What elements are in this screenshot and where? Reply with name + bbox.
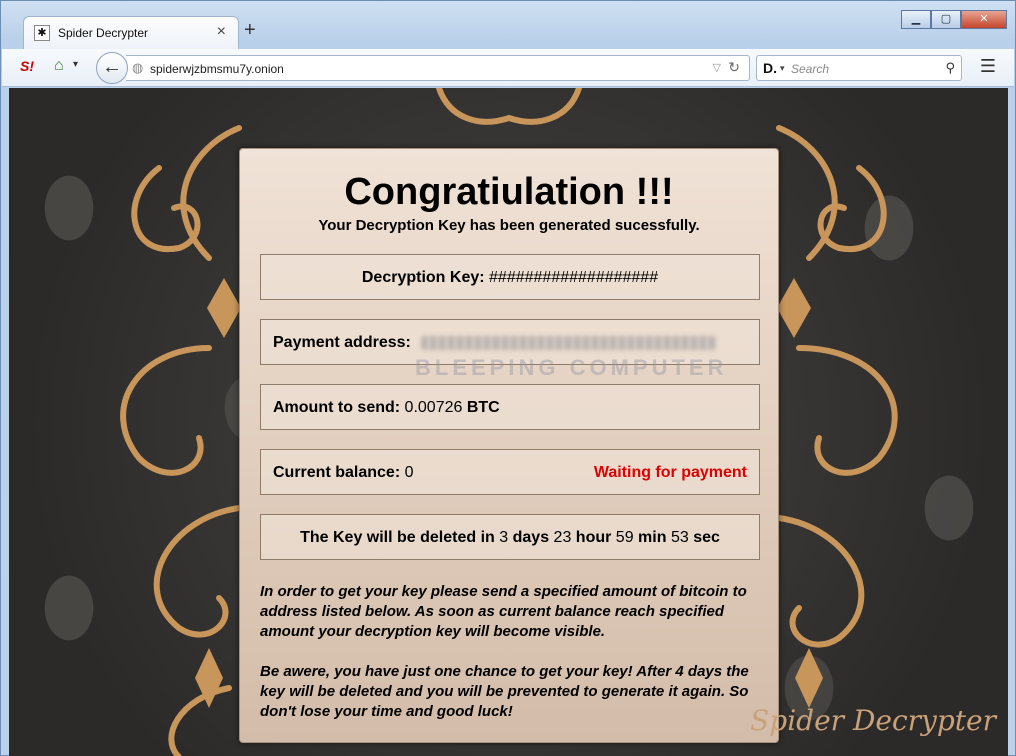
amount-box: Amount to send: 0.00726 BTC: [260, 384, 760, 430]
countdown-seconds: 53: [670, 529, 689, 546]
watermark: BLEEPING COMPUTER: [415, 355, 728, 380]
amount-value: 0.00726: [404, 399, 463, 416]
countdown-days-unit: days: [512, 529, 550, 546]
search-engine-icon[interactable]: D.: [763, 60, 777, 76]
search-bar[interactable]: D. ▾ Search ⚲: [756, 55, 962, 81]
countdown-prefix: The Key will be deleted in: [300, 529, 495, 546]
page-subtitle: Your Decryption Key has been generated s…: [318, 217, 700, 234]
menu-icon[interactable]: ☰: [978, 57, 998, 77]
reload-icon[interactable]: ↻: [728, 59, 740, 76]
countdown-box: The Key will be deleted in 3 days 23 hou…: [260, 514, 760, 560]
dropdown-icon[interactable]: ▾: [780, 63, 785, 74]
home-icon[interactable]: ⌂: [54, 57, 64, 75]
dropdown-icon[interactable]: ▾: [73, 59, 78, 70]
countdown-hours: 23: [553, 529, 572, 546]
plus-icon[interactable]: +: [244, 19, 256, 42]
search-icon[interactable]: ⚲: [945, 60, 955, 76]
decryption-key-value: ###################: [489, 269, 659, 286]
countdown-minutes-unit: min: [638, 529, 667, 546]
page-title: Congratiulation !!!: [344, 171, 674, 213]
search-input[interactable]: Search: [791, 62, 829, 76]
warning-text: Be awere, you have just one chance to ge…: [260, 663, 749, 720]
url-bar[interactable]: ◍ spiderwjzbmsmu7y.onion ▽ ↻: [126, 55, 750, 81]
browser-window: ✱ Spider Decrypter × + ▁ ▢ ✕ S! ⌂ ▾ ◍ sp…: [0, 0, 1016, 756]
countdown-hours-unit: hour: [575, 529, 612, 546]
decryption-key-label: Decryption Key:: [361, 269, 485, 286]
globe-icon: ◍: [132, 60, 144, 75]
balance-label: Current balance:: [273, 464, 401, 481]
maximize-icon[interactable]: ▢: [931, 10, 961, 29]
ransom-panel: Congratiulation !!! Your Decryption Key …: [239, 148, 779, 743]
window-close-icon[interactable]: ✕: [961, 10, 1007, 29]
balance-value: 0: [404, 464, 414, 481]
window-controls: ▁ ▢ ✕: [901, 10, 1007, 30]
nav-toolbar: S! ⌂ ▾ ◍ spiderwjzbmsmu7y.onion ▽ ↻ ← D.…: [2, 49, 1014, 87]
payment-address-label: Payment address:: [273, 334, 411, 351]
tab-title: Spider Decrypter: [58, 26, 149, 40]
page-content: Congratiulation !!! Your Decryption Key …: [9, 88, 1008, 756]
countdown-days: 3: [499, 529, 509, 546]
instructions-text: In order to get your key please send a s…: [260, 583, 747, 640]
dropdown-icon[interactable]: ▽: [713, 61, 721, 74]
balance-box: Current balance: 0 Waiting for payment: [260, 449, 760, 495]
amount-unit: BTC: [466, 399, 500, 416]
signature-logo: Spider Decrypter: [750, 704, 996, 737]
countdown-minutes: 59: [615, 529, 634, 546]
amount-label: Amount to send:: [273, 399, 401, 416]
payment-status: Waiting for payment: [593, 464, 747, 481]
spider-favicon-icon: ✱: [34, 25, 50, 41]
back-arrow-icon[interactable]: ←: [96, 52, 128, 84]
title-bar: ✱ Spider Decrypter × + ▁ ▢ ✕: [1, 1, 1015, 49]
minimize-icon[interactable]: ▁: [901, 10, 931, 29]
countdown-seconds-unit: sec: [693, 529, 720, 546]
url-text[interactable]: spiderwjzbmsmu7y.onion: [150, 62, 284, 76]
addon-s-icon[interactable]: S!: [20, 58, 34, 74]
decryption-key-box: Decryption Key: ###################: [260, 254, 760, 300]
close-icon[interactable]: ×: [217, 23, 226, 41]
browser-tab[interactable]: ✱ Spider Decrypter ×: [23, 16, 239, 49]
payment-address-redacted: [421, 335, 717, 350]
